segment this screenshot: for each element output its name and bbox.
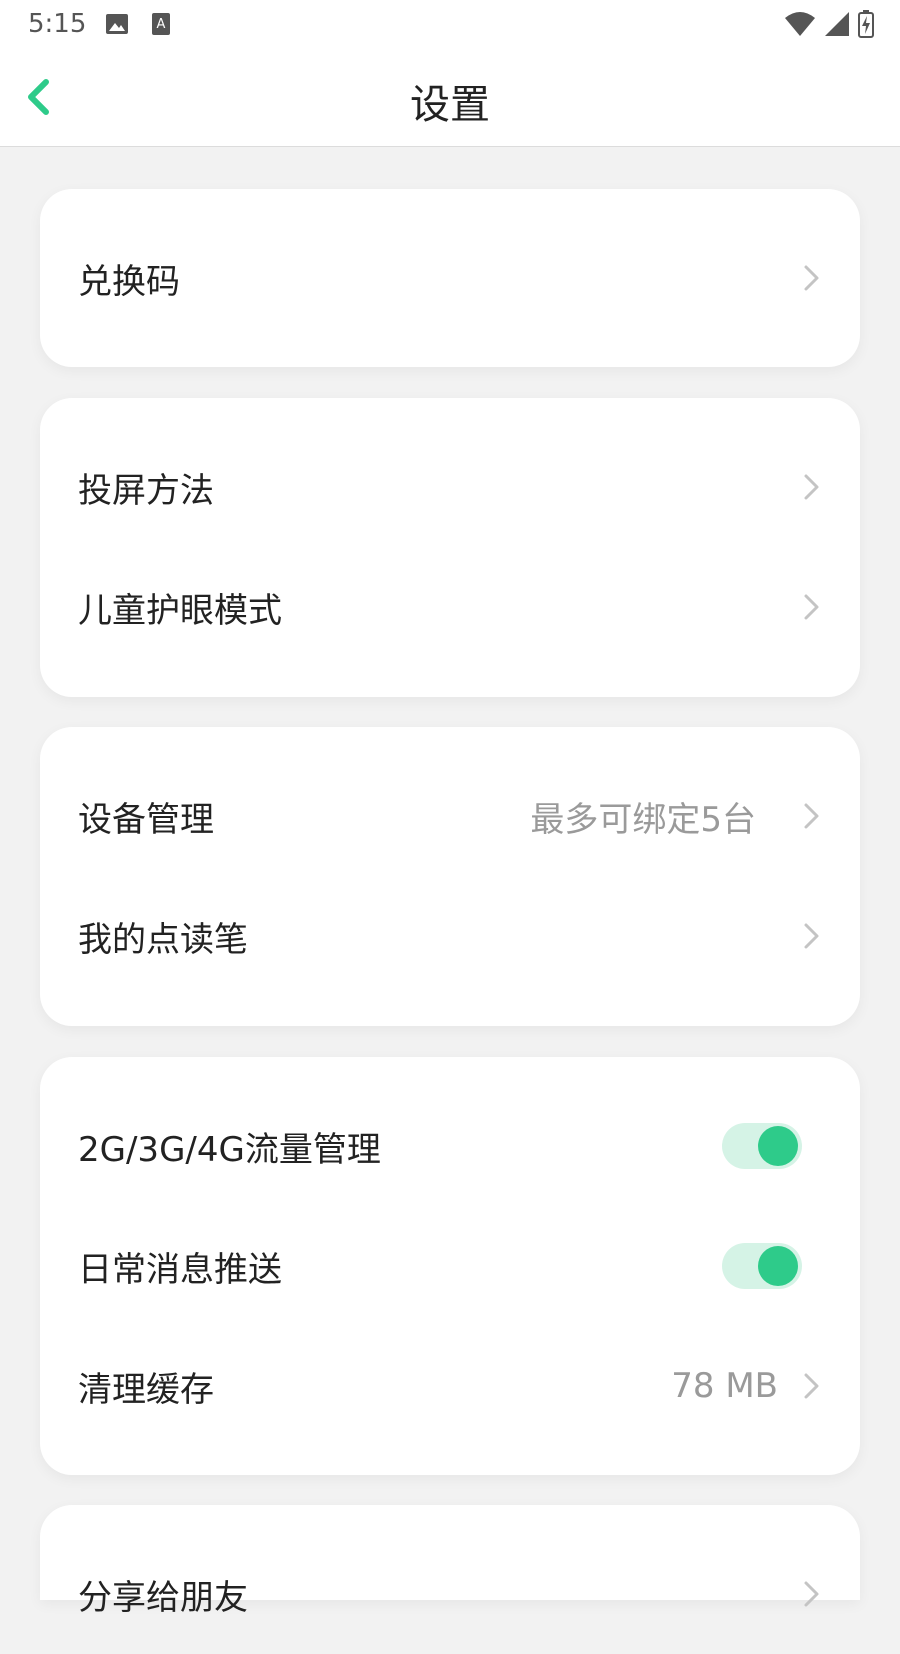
row-label: 分享给朋友 bbox=[78, 1577, 248, 1618]
push-notification-toggle[interactable] bbox=[722, 1243, 802, 1289]
chevron-right-icon bbox=[804, 474, 819, 500]
toggle-knob bbox=[758, 1126, 798, 1166]
row-label: 我的点读笔 bbox=[78, 919, 248, 960]
signal-icon bbox=[825, 12, 849, 36]
card-network: 2G/3G/4G流量管理 日常消息推送 清理缓存 78 MB bbox=[40, 1057, 860, 1475]
eye-care-row[interactable]: 儿童护眼模式 bbox=[40, 547, 860, 667]
image-icon bbox=[106, 14, 128, 34]
app-bar: 设置 bbox=[0, 48, 900, 147]
toggle-knob bbox=[758, 1246, 798, 1286]
row-label: 儿童护眼模式 bbox=[78, 590, 282, 631]
row-label: 清理缓存 bbox=[78, 1369, 214, 1410]
data-usage-toggle[interactable] bbox=[722, 1123, 802, 1169]
screen-cast-row[interactable]: 投屏方法 bbox=[40, 427, 860, 547]
status-time: 5:15 bbox=[28, 9, 87, 39]
row-value: 78 MB bbox=[671, 1366, 778, 1406]
row-label: 兑换码 bbox=[78, 261, 180, 302]
a-icon: A bbox=[152, 13, 170, 35]
chevron-right-icon bbox=[804, 265, 819, 291]
row-label: 投屏方法 bbox=[78, 470, 214, 511]
svg-text:A: A bbox=[157, 17, 166, 32]
row-value: 最多可绑定5台 bbox=[530, 799, 756, 840]
chevron-right-icon bbox=[804, 803, 819, 829]
chevron-right-icon bbox=[804, 923, 819, 949]
battery-icon bbox=[858, 10, 874, 38]
chevron-right-icon bbox=[804, 1581, 819, 1607]
row-label: 设备管理 bbox=[78, 799, 214, 840]
share-row[interactable]: 分享给朋友 bbox=[40, 1534, 860, 1654]
chevron-right-icon bbox=[804, 594, 819, 620]
card-display: 投屏方法 儿童护眼模式 bbox=[40, 398, 860, 697]
card-share: 分享给朋友 bbox=[40, 1505, 860, 1618]
row-label: 2G/3G/4G流量管理 bbox=[78, 1129, 381, 1170]
status-bar: 5:15 A bbox=[0, 0, 900, 48]
wifi-icon bbox=[785, 12, 815, 36]
chevron-right-icon bbox=[804, 1373, 819, 1399]
data-usage-row: 2G/3G/4G流量管理 bbox=[40, 1086, 860, 1206]
device-management-row[interactable]: 设备管理 最多可绑定5台 bbox=[40, 756, 860, 876]
redeem-code-row[interactable]: 兑换码 bbox=[40, 218, 860, 338]
card-devices: 设备管理 最多可绑定5台 我的点读笔 bbox=[40, 727, 860, 1026]
page-title: 设置 bbox=[410, 82, 490, 128]
clear-cache-row[interactable]: 清理缓存 78 MB bbox=[40, 1326, 860, 1446]
card-redeem: 兑换码 bbox=[40, 189, 860, 367]
reading-pen-row[interactable]: 我的点读笔 bbox=[40, 876, 860, 996]
push-notification-row: 日常消息推送 bbox=[40, 1206, 860, 1326]
row-label: 日常消息推送 bbox=[78, 1249, 282, 1290]
